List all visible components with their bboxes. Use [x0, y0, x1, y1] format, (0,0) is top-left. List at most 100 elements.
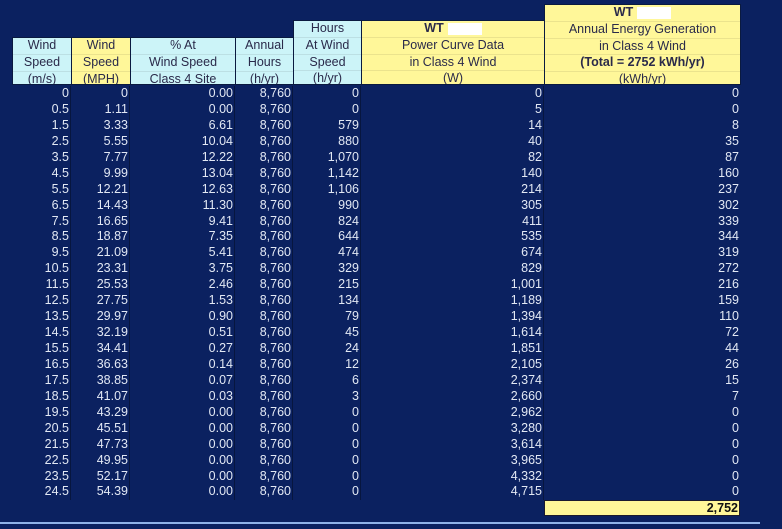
cell-power-w: 1,001	[361, 277, 544, 294]
header-line: % At	[131, 38, 235, 55]
header-line: (W)	[442, 71, 464, 85]
header-hours-at-wind-speed: Hours At Wind Speed (h/yr)	[293, 20, 362, 85]
cell-wind-mph: 14.43	[71, 197, 130, 214]
cell-annual-hours: 8,760	[235, 325, 293, 341]
header-wind-speed-mph: Wind Speed (MPH)	[71, 37, 131, 85]
table-row: 3.5 7.77 12.22 8,760 1,070 82 87	[12, 149, 740, 166]
cell-annual-hours: 8,760	[235, 181, 293, 198]
header-line: Annual	[236, 38, 293, 55]
header-line: Speed	[13, 55, 71, 72]
cell-hours-at-wind-speed: 3	[293, 388, 361, 405]
cell-annual-hours: 8,760	[235, 277, 293, 294]
redacted-box	[447, 22, 482, 35]
cell-wind-mph: 29.97	[71, 309, 130, 326]
cell-wind-mph: 23.31	[71, 261, 130, 278]
cell-wind-mph: 16.65	[71, 213, 130, 230]
cell-power-w: 2,105	[361, 356, 544, 373]
cell-wind-mph: 3.33	[71, 117, 130, 134]
header-line: (h/yr)	[249, 71, 280, 85]
cell-energy-kwh: 87	[725, 149, 739, 164]
wt-label: WT	[424, 21, 444, 35]
cell-power-w: 2,660	[361, 388, 544, 405]
cell-hours-at-wind-speed: 1,106	[293, 181, 361, 198]
cell-hours-at-wind-speed: 0	[293, 452, 361, 469]
cell-hours-at-wind-speed: 579	[293, 117, 361, 134]
cell-wind-ms: 12.5	[12, 293, 71, 310]
header-line: (m/s)	[27, 71, 57, 85]
table-row: 5.5 12.21 12.63 8,760 1,106 214 237	[12, 181, 740, 198]
header-line: (Total = 2752 kWh/yr)	[545, 55, 740, 73]
cell-hours-at-wind-speed: 644	[293, 229, 361, 246]
header-power-curve: WT Power Curve Data in Class 4 Wind (W)	[361, 20, 545, 85]
cell-energy-kwh: 15	[725, 372, 739, 387]
header-line: WT	[362, 21, 544, 38]
cell-pct-at-wind-speed: 0.00	[130, 452, 235, 469]
table-row: 0.5 1.11 0.00 8,760 0 5 0	[12, 101, 740, 118]
cell-hours-at-wind-speed: 0	[293, 484, 361, 501]
table-row: 24.5 54.39 0.00 8,760 0 4,715 0	[12, 484, 740, 501]
header-line: Wind Speed	[131, 55, 235, 72]
header-wind-speed-ms: Wind Speed (m/s)	[12, 37, 72, 85]
cell-annual-hours: 8,760	[235, 452, 293, 469]
cell-wind-mph: 41.07	[71, 388, 130, 405]
cell-pct-at-wind-speed: 0.00	[130, 101, 235, 118]
cell-pct-at-wind-speed: 0.00	[130, 436, 235, 453]
cell-energy-kwh: 44	[725, 341, 739, 355]
cell-wind-ms: 9.5	[12, 245, 71, 262]
cell-pct-at-wind-speed: 12.22	[130, 149, 235, 166]
cell-wind-mph: 21.09	[71, 245, 130, 262]
table-row: 4.5 9.99 13.04 8,760 1,142 140 160	[12, 165, 740, 182]
cell-annual-hours: 8,760	[235, 86, 293, 102]
cell-power-w: 829	[361, 261, 544, 278]
cell-hours-at-wind-speed: 1,142	[293, 165, 361, 182]
cell-energy-kwh: 26	[725, 356, 739, 371]
cell-pct-at-wind-speed: 0.27	[130, 341, 235, 357]
cell-power-w: 1,851	[361, 341, 544, 357]
header-line: Hours	[294, 21, 361, 38]
table-row: 18.5 41.07 0.03 8,760 3 2,660 7	[12, 388, 740, 405]
cell-annual-hours: 8,760	[235, 117, 293, 134]
header-annual-energy: WT Annual Energy Generation in Class 4 W…	[544, 4, 741, 85]
header-line: Speed	[294, 55, 361, 72]
cell-annual-hours: 8,760	[235, 133, 293, 150]
cell-pct-at-wind-speed: 9.41	[130, 213, 235, 230]
cell-power-w: 1,394	[361, 309, 544, 326]
header-line: Hours	[236, 55, 293, 72]
divider	[0, 522, 760, 524]
cell-wind-ms: 23.5	[12, 468, 71, 485]
cell-pct-at-wind-speed: 0.00	[130, 86, 235, 102]
cell-wind-ms: 22.5	[12, 452, 71, 469]
cell-energy-kwh: 302	[718, 197, 739, 212]
header-line: Wind	[13, 38, 71, 55]
cell-energy-kwh: 35	[725, 133, 739, 148]
cell-energy-kwh: 0	[732, 452, 739, 467]
cell-energy-kwh: 0	[732, 436, 739, 451]
cell-wind-mph: 32.19	[71, 325, 130, 341]
cell-hours-at-wind-speed: 0	[293, 101, 361, 118]
table-row: 10.5 23.31 3.75 8,760 329 829 272	[12, 261, 740, 278]
cell-hours-at-wind-speed: 12	[293, 356, 361, 373]
cell-wind-ms: 19.5	[12, 404, 71, 421]
total-energy-cell: 2,752	[544, 500, 740, 516]
cell-energy-kwh: 159	[718, 293, 739, 308]
cell-energy-kwh: 0	[732, 484, 739, 499]
cell-wind-mph: 12.21	[71, 181, 130, 198]
cell-energy-kwh: 7	[732, 388, 739, 403]
cell-power-w: 674	[361, 245, 544, 262]
table-row: 8.5 18.87 7.35 8,760 644 535 344	[12, 229, 740, 246]
table-row: 20.5 45.51 0.00 8,760 0 3,280 0	[12, 420, 740, 437]
cell-hours-at-wind-speed: 880	[293, 133, 361, 150]
cell-annual-hours: 8,760	[235, 484, 293, 501]
cell-wind-ms: 0.5	[12, 101, 71, 118]
cell-annual-hours: 8,760	[235, 165, 293, 182]
cell-pct-at-wind-speed: 0.00	[130, 404, 235, 421]
cell-wind-ms: 6.5	[12, 197, 71, 214]
cell-energy-kwh: 0	[732, 468, 739, 483]
cell-energy-kwh: 237	[718, 181, 739, 196]
table-row: 17.5 38.85 0.07 8,760 6 2,374 15	[12, 372, 740, 389]
table-row: 9.5 21.09 5.41 8,760 474 674 319	[12, 245, 740, 262]
cell-pct-at-wind-speed: 0.00	[130, 484, 235, 501]
cell-power-w: 14	[361, 117, 544, 134]
header-line: in Class 4 Wind	[545, 39, 740, 56]
cell-wind-mph: 45.51	[71, 420, 130, 437]
